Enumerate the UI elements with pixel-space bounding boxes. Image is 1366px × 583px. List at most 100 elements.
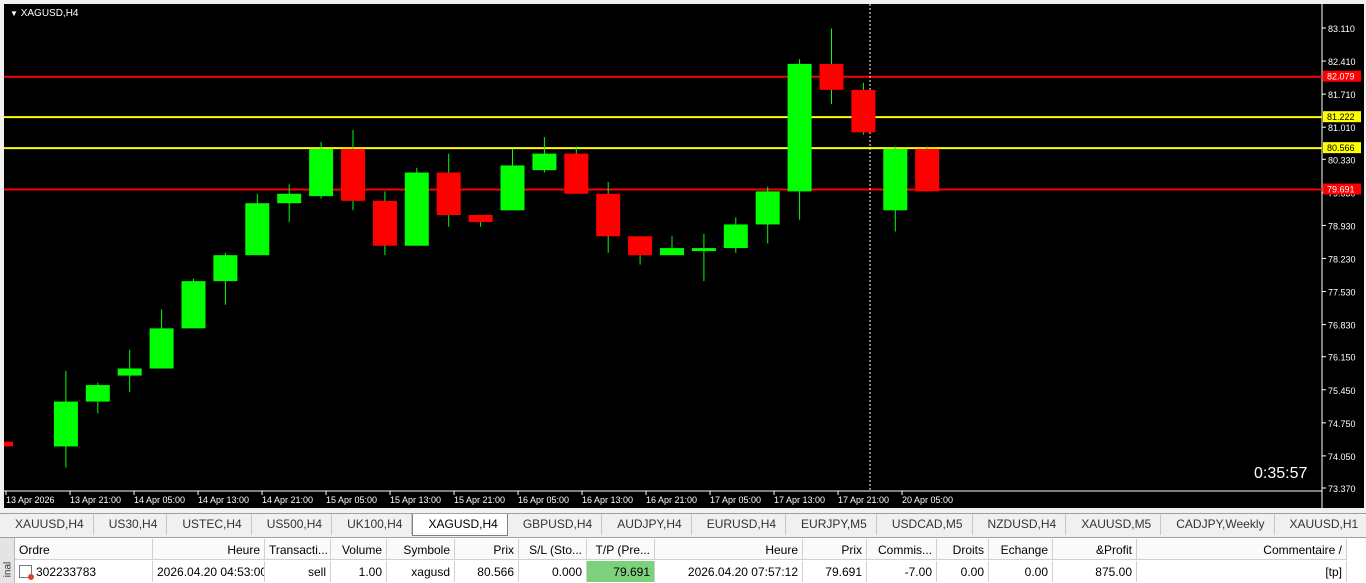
table-cell: 875.00: [1053, 561, 1137, 582]
tab-us30-h4[interactable]: US30,H4: [94, 514, 168, 535]
candle-body: [915, 149, 939, 192]
level-label: 81.222: [1327, 112, 1355, 122]
column-header[interactable]: Droits: [937, 539, 989, 560]
column-header[interactable]: Echange: [989, 539, 1053, 560]
candle-body: [118, 369, 142, 376]
column-header[interactable]: Prix: [803, 539, 867, 560]
time-tick-label: 17 Apr 13:00: [774, 495, 825, 505]
column-header[interactable]: Heure: [655, 539, 803, 560]
column-header-label: Echange: [1001, 543, 1048, 557]
price-tick-label: 80.330: [1328, 155, 1356, 165]
column-header[interactable]: Volume: [331, 539, 387, 560]
column-header-label: Commentaire: [1263, 543, 1335, 557]
tab-xauusd-m5[interactable]: XAUUSD,M5: [1066, 514, 1161, 535]
tab-audjpy-h4[interactable]: AUDJPY,H4: [602, 514, 691, 535]
column-header-label: Commis...: [878, 543, 932, 557]
candle-countdown: 0:35:57: [1254, 465, 1307, 482]
column-header-label: Prix: [841, 543, 862, 557]
price-tick-label: 81.710: [1328, 90, 1356, 100]
terminal-header-row: OrdreHeureTransacti...VolumeSymbolePrixS…: [15, 539, 1347, 560]
column-header-label: Heure: [227, 543, 260, 557]
tab-xauusd-h4[interactable]: XAUUSD,H4: [0, 514, 94, 535]
candle-body: [373, 201, 397, 246]
table-cell: 0.000: [519, 561, 587, 582]
tab-xagusd-h4[interactable]: XAGUSD,H4: [412, 514, 507, 536]
column-header[interactable]: Heure: [153, 539, 265, 560]
tab-eurusd-h4[interactable]: EURUSD,H4: [692, 514, 786, 535]
column-header[interactable]: Ordre: [15, 539, 153, 560]
column-header[interactable]: Commentaire /: [1137, 539, 1347, 560]
tab-xauusd-h1[interactable]: XAUUSD,H1: [1275, 514, 1366, 535]
price-tick-label: 76.830: [1328, 321, 1356, 331]
time-tick-label: 16 Apr 13:00: [582, 495, 633, 505]
candle-body: [532, 154, 556, 171]
column-header-label: Heure: [765, 543, 798, 557]
time-tick-label: 17 Apr 21:00: [838, 495, 889, 505]
time-tick-label: 13 Apr 21:00: [70, 495, 121, 505]
tab-uk100-h4[interactable]: UK100,H4: [332, 514, 412, 535]
candle-body: [4, 442, 13, 447]
time-tick-label: 15 Apr 21:00: [454, 495, 505, 505]
table-cell: 0.00: [937, 561, 989, 582]
column-header-label: Transacti...: [269, 543, 328, 557]
table-cell: 79.691: [803, 561, 867, 582]
tab-us500-h4[interactable]: US500,H4: [252, 514, 332, 535]
cell-value: 875.00: [1095, 565, 1132, 579]
column-header[interactable]: T/P (Pre...: [587, 539, 655, 560]
column-header-label: &Profit: [1096, 543, 1132, 557]
price-tick-label: 76.150: [1328, 353, 1356, 363]
time-tick-label: 15 Apr 13:00: [390, 495, 441, 505]
chart-window[interactable]: 83.11082.41081.71081.01080.33079.63078.9…: [0, 0, 1366, 512]
column-header-label: T/P (Pre...: [596, 543, 650, 557]
order-sell-icon: [19, 565, 32, 578]
table-cell: 2026.04.20 04:53:00: [153, 561, 265, 582]
candle-body: [501, 165, 525, 210]
chart-area[interactable]: 83.11082.41081.71081.01080.33079.63078.9…: [4, 4, 1364, 508]
candle-body: [245, 203, 269, 255]
candle-body: [596, 194, 620, 237]
column-header[interactable]: Symbole: [387, 539, 455, 560]
level-label: 80.566: [1327, 143, 1355, 153]
cell-value: 2026.04.20 04:53:00: [157, 565, 265, 579]
cell-value: xagusd: [411, 565, 450, 579]
time-tick-label: 17 Apr 05:00: [710, 495, 761, 505]
candle-body: [820, 64, 844, 90]
terminal-side-label: inal: [2, 562, 13, 578]
candle-body: [437, 173, 461, 216]
tab-usdcad-m5[interactable]: USDCAD,M5: [877, 514, 973, 535]
chart-title-text: XAGUSD,H4: [21, 8, 79, 19]
tab-eurjpy-m5[interactable]: EURJPY,M5: [786, 514, 877, 535]
column-header[interactable]: Transacti...: [265, 539, 331, 560]
column-header[interactable]: S/L (Sto...: [519, 539, 587, 560]
price-tick-label: 74.050: [1328, 452, 1356, 462]
time-tick-label: 13 Apr 2026: [6, 495, 55, 505]
table-row[interactable]: 3022337832026.04.20 04:53:00sell1.00xagu…: [15, 561, 1347, 582]
level-label: 82.079: [1327, 72, 1355, 82]
tab-nzdusd-h4[interactable]: NZDUSD,H4: [973, 514, 1067, 535]
table-cell: -7.00: [867, 561, 937, 582]
column-header[interactable]: Prix: [455, 539, 519, 560]
tab-cadjpy-weekly[interactable]: CADJPY,Weekly: [1161, 514, 1274, 535]
cell-value: 1.00: [359, 565, 382, 579]
column-header[interactable]: &Profit: [1053, 539, 1137, 560]
time-tick-label: 14 Apr 13:00: [198, 495, 249, 505]
tab-ustec-h4[interactable]: USTEC,H4: [167, 514, 251, 535]
chart-menu-triangle-icon[interactable]: ▼: [10, 9, 18, 18]
column-header-label: Droits: [953, 543, 984, 557]
tab-gbpusd-h4[interactable]: GBPUSD,H4: [508, 514, 602, 535]
candlestick-chart[interactable]: 83.11082.41081.71081.01080.33079.63078.9…: [4, 4, 1364, 508]
chart-tabs-bar: XAUUSD,H4US30,H4USTEC,H4US500,H4UK100,H4…: [0, 513, 1366, 536]
candle-body: [660, 248, 684, 255]
candle-body: [150, 328, 174, 368]
price-tick-label: 81.010: [1328, 123, 1356, 133]
candle-body: [469, 215, 493, 222]
price-tick-label: 82.410: [1328, 57, 1356, 67]
sort-indicator-icon: /: [1335, 543, 1342, 557]
candle-body: [86, 385, 110, 402]
table-cell: [tp]: [1137, 561, 1347, 582]
candle-body: [341, 149, 365, 201]
table-cell: 1.00: [331, 561, 387, 582]
column-header[interactable]: Commis...: [867, 539, 937, 560]
terminal-side-tab[interactable]: inal: [0, 538, 15, 583]
candle-body: [788, 64, 812, 192]
